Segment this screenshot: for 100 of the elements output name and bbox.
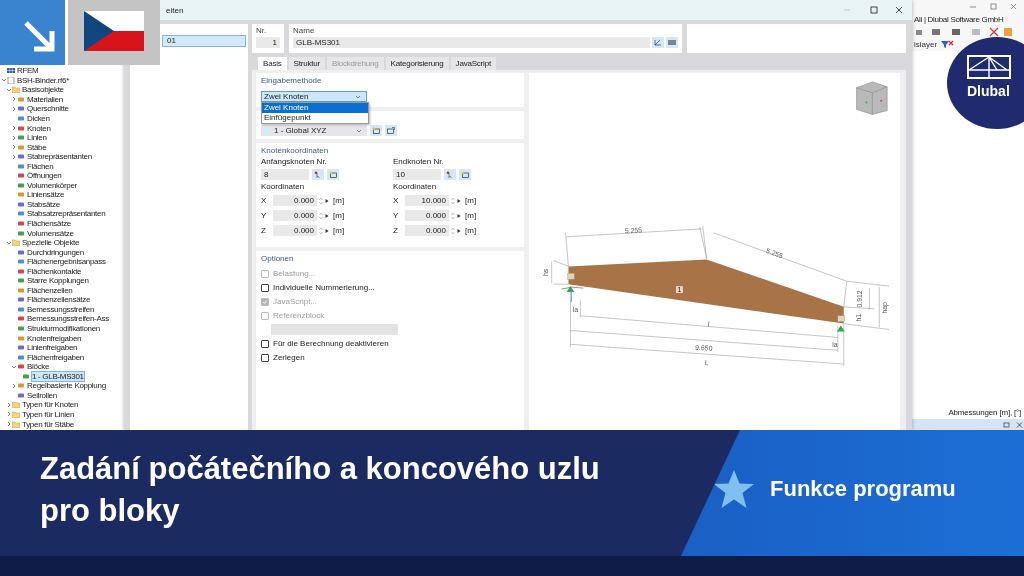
checkbox[interactable] xyxy=(261,339,269,348)
coordinate-field[interactable]: 0.000 xyxy=(273,210,317,221)
tree-item[interactable]: Volumenkörper xyxy=(0,180,124,191)
name-label: Name xyxy=(293,26,316,35)
list-item[interactable]: 01 xyxy=(162,35,246,47)
node-number-field[interactable]: 8 xyxy=(261,169,309,180)
checkbox[interactable] xyxy=(261,353,269,362)
tree-item[interactable]: Spezielle Objekte xyxy=(0,237,124,248)
tree-item[interactable]: Flächenzellen xyxy=(0,285,124,296)
coordinate-system-dropdown[interactable]: 1 - Global XYZ xyxy=(261,125,367,136)
chevron-down-icon[interactable] xyxy=(11,363,17,370)
dropdown-option[interactable]: Einfügepunkt xyxy=(262,113,368,123)
edit-button[interactable] xyxy=(652,37,664,48)
checkbox-label: Individuelle Nummerierung... xyxy=(273,283,375,292)
dropdown-option[interactable]: Zwei Knoten xyxy=(262,103,368,113)
node-number-field[interactable]: 10 xyxy=(393,169,441,180)
tree-item[interactable]: Querschnitte xyxy=(0,104,124,114)
layer-dropdown[interactable]: islayer xyxy=(914,40,938,49)
tree-item[interactable]: Bemessungsstreifen xyxy=(0,304,124,315)
panel-controls-icon[interactable] xyxy=(1002,420,1024,429)
play-icon[interactable] xyxy=(325,227,329,234)
tree-item-label: Flächenkontakte xyxy=(27,266,82,276)
file-icon xyxy=(7,76,15,84)
tree-item[interactable]: RFEM xyxy=(0,66,124,76)
banner-title: pro bloky xyxy=(40,492,181,530)
tree-item[interactable]: Typen für Stäbe xyxy=(0,419,124,429)
play-icon[interactable] xyxy=(457,212,461,219)
tree-item[interactable]: Öffnungen xyxy=(0,171,124,181)
section-title: Eingabemethode xyxy=(261,76,323,85)
tree-item[interactable]: Durchdringungen xyxy=(0,247,124,257)
nr-field[interactable]: 1 xyxy=(256,37,280,48)
tree-item[interactable]: BSH-Binder.rf6* xyxy=(0,75,124,86)
tree-item[interactable]: Starre Kopplungen xyxy=(0,276,124,286)
tree-item[interactable]: Regelbasierte Kopplung xyxy=(0,381,124,391)
tree-item[interactable]: Typen für Linien xyxy=(0,409,124,420)
tree-item[interactable]: Bemessungsstreifen-Ass xyxy=(0,314,124,324)
tab[interactable]: JavaScript xyxy=(450,57,496,70)
play-icon[interactable] xyxy=(457,197,461,204)
coordinate-field[interactable]: 0.000 xyxy=(405,225,449,236)
checkbox[interactable] xyxy=(261,283,269,292)
play-icon[interactable] xyxy=(457,227,461,234)
tree-item[interactable]: Flächenergebnisanpass xyxy=(0,256,124,267)
tree-item[interactable]: Strukturmodifikationen xyxy=(0,323,124,334)
tree-item[interactable]: Flächenkontakte xyxy=(0,266,124,277)
new-window-icon xyxy=(329,171,337,178)
tree-item-label: Spezielle Objekte xyxy=(22,238,80,248)
chevron-down-icon[interactable] xyxy=(6,239,12,246)
tree-item[interactable]: Linienfreigaben xyxy=(0,342,124,353)
tree-item-label: Typen für Linien xyxy=(22,409,75,419)
tree-item[interactable]: Blöcke xyxy=(0,361,124,372)
tree-item-label: Flächenzellen xyxy=(27,285,73,295)
tree-item[interactable]: Stabsätze xyxy=(0,199,124,210)
tree-item-label: Typen für Stäbe xyxy=(22,419,74,429)
tree-item[interactable]: Dicken xyxy=(0,113,124,124)
tree-item[interactable]: Liniensätze xyxy=(0,190,124,200)
tree-item[interactable]: Stabrepräsentanten xyxy=(0,151,124,162)
new-button[interactable] xyxy=(370,125,382,136)
tree-item[interactable]: Materialien xyxy=(0,94,124,105)
edit-button[interactable] xyxy=(385,125,397,136)
new-node-button[interactable] xyxy=(459,169,471,180)
tree-item-label: Volumensätze xyxy=(27,228,74,238)
tab[interactable]: Struktur xyxy=(288,57,325,70)
tab[interactable]: Basis xyxy=(258,57,287,70)
tree-item[interactable]: Volumensätze xyxy=(0,228,124,238)
caret-icon xyxy=(356,128,362,133)
tree-item[interactable]: Stabsatzrepräsentanten xyxy=(0,209,124,219)
tab[interactable]: Kategorisierung xyxy=(385,57,449,70)
tree-item-label: Linienfreigaben xyxy=(27,343,78,353)
tree-item[interactable]: Knotenfreigaben xyxy=(0,333,124,343)
tree-item[interactable]: Flächensätze xyxy=(0,218,124,229)
chevron-right-icon[interactable] xyxy=(11,382,17,389)
tree-item[interactable]: Linien xyxy=(0,132,124,143)
tree-item-label: Flächen xyxy=(27,161,54,171)
view-cube-icon[interactable] xyxy=(856,81,888,115)
tree-item[interactable]: Flächenfreigaben xyxy=(0,352,124,362)
tree-item[interactable]: Seilrollen xyxy=(0,390,124,401)
coordinates-label: Koordinaten xyxy=(261,182,306,192)
tree-item[interactable]: Stäbe xyxy=(0,142,124,152)
tree-item[interactable]: Typen für Knoten xyxy=(0,400,124,410)
play-icon[interactable] xyxy=(325,197,329,204)
tree-item-label: Durchdringungen xyxy=(27,247,84,257)
play-icon[interactable] xyxy=(325,212,329,219)
new-node-button[interactable] xyxy=(327,169,339,180)
coordinate-field[interactable]: 0.000 xyxy=(273,195,317,206)
tree-item[interactable]: Basisobjekte xyxy=(0,85,124,95)
pick-button[interactable] xyxy=(312,169,324,180)
folder-icon xyxy=(12,86,20,94)
tree-item[interactable]: Flächenzellensätze xyxy=(0,295,124,305)
tree-item[interactable]: Flächen xyxy=(0,161,124,171)
tree-item-label: Querschnitte xyxy=(27,104,69,114)
coordinate-field[interactable]: 0.000 xyxy=(273,225,317,236)
coordinate-field[interactable]: 0.000 xyxy=(405,210,449,221)
name-field[interactable]: GLB-MS301 xyxy=(293,37,650,48)
pick-button[interactable] xyxy=(444,169,456,180)
filter-icon[interactable] xyxy=(940,40,955,49)
tree-item[interactable]: 1 - GLB-MS301 xyxy=(0,371,124,382)
checkbox-label: Zerlegen xyxy=(273,353,305,362)
coordinate-field[interactable]: 10.000 xyxy=(405,195,449,206)
tree-item[interactable]: Knoten xyxy=(0,123,124,133)
input-method-dropdown[interactable]: Zwei Knoten xyxy=(261,91,367,102)
